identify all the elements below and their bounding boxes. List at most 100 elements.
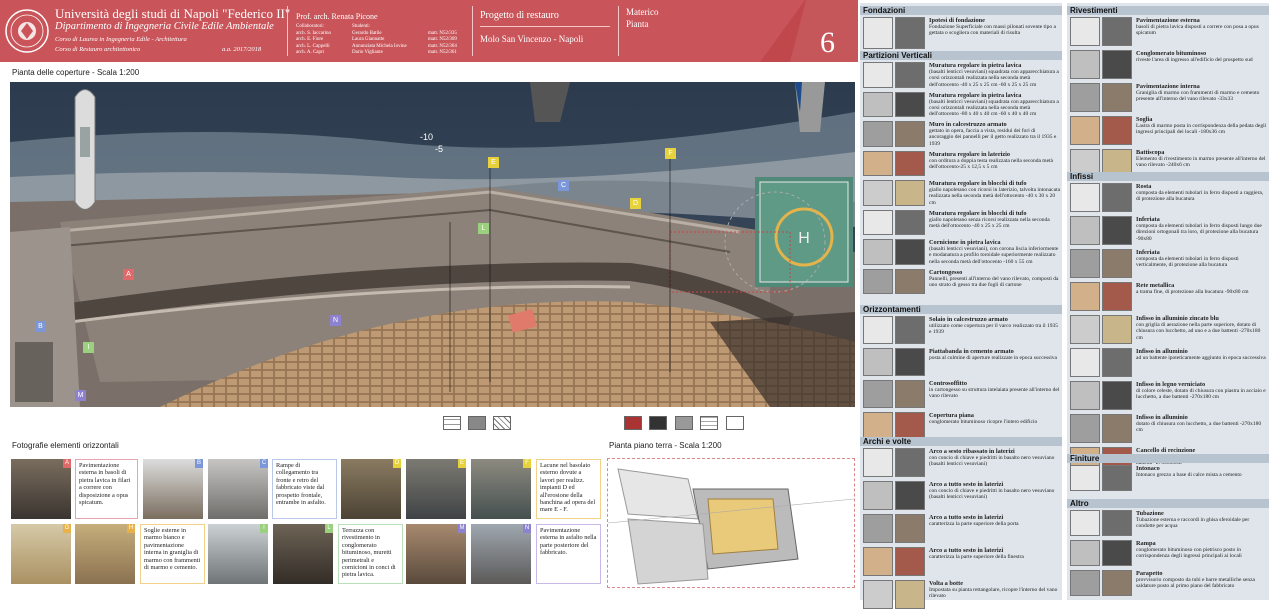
legend-item-desc: conglomerato bituminoso ricopre l'intero… [929, 419, 1038, 425]
legend-item-title: Muratura regolare in pietra lavica [929, 91, 1022, 99]
legend-item-desc: conglomerato bituminoso con pietrisco po… [1136, 547, 1242, 560]
area-label-A: A [123, 269, 134, 280]
legend-swatch [863, 239, 893, 265]
department-name: Dipartimento di Ingegneria Civile Edile … [55, 21, 274, 32]
sheet-number: 6 [820, 26, 835, 59]
legend-category-rivestimenti: Rivestimenti [1067, 6, 1269, 15]
legend-swatch [1070, 83, 1100, 112]
area-label-B: B [35, 321, 46, 332]
legend-swatch [1070, 510, 1100, 536]
legend-item-title: Solaio in calcestruzzo armato [929, 316, 1008, 323]
legend-item-title: Rete metallica [1136, 282, 1175, 289]
legend-category-fondazioni: Fondazioni [860, 6, 1062, 15]
legend-photo [1102, 465, 1132, 491]
legend-item-title: Infisso in alluminio zincato blu [1136, 315, 1219, 322]
legend-item: Pavimentazione interna Graniglia di marmo… [1070, 83, 1267, 114]
legend-item: Conglomerato bituminoso riveste l'area di… [1070, 50, 1267, 81]
legend-item-title: Muro in calcestruzzo armato [929, 121, 1007, 128]
photo-I: I [208, 524, 268, 584]
legend-swatch [863, 514, 893, 543]
legend-item-desc: caratterizza la parte superiore della po… [929, 521, 1019, 527]
legend-item-desc: (basalti lenticci vesuviani) squadrata c… [929, 98, 1059, 118]
legend-swatch [1070, 381, 1100, 410]
photo-caption-A: Pavimentazione esterna in basoli di piet… [75, 459, 138, 519]
legend-item: Ipotesi di fondazione Fondazione Superfic… [863, 17, 1060, 51]
legend-item-desc: basoli di pietra lavica disposti a corre… [1136, 24, 1259, 37]
legend-item: Rosta composta da elementi tubolari in fe… [1070, 183, 1267, 214]
student: Dario Vigliante [352, 50, 383, 55]
legend-item-desc: composta da elementi tubolari in ferro d… [1136, 190, 1264, 203]
legend-swatch [863, 268, 893, 294]
legend-swatch [624, 416, 642, 430]
legend-photo [1102, 414, 1132, 443]
photo-tag: H [127, 524, 135, 533]
legend-swatch [1070, 216, 1100, 245]
legend-swatch [863, 348, 893, 376]
legend-swatch [700, 416, 718, 430]
legend-swatch [863, 180, 893, 206]
legend-item: Cartongesso Pannelli, presenti all'intern… [863, 268, 1060, 297]
legend-photo [1102, 510, 1132, 536]
legend-item-desc: a trama fine, di protezione alla bucatur… [1136, 289, 1249, 295]
legend-item: Volta a botte Impostata su pianta rettang… [863, 580, 1060, 611]
legend-photo [1102, 282, 1132, 311]
legend-photo [895, 150, 925, 176]
legend-item-desc: Fondazione Superficiale con massi pilona… [929, 24, 1056, 37]
legend-item-desc: provvisorio composto da tubi e barre met… [1136, 577, 1255, 590]
legend-swatch [675, 416, 693, 430]
legend-item-desc: in cartongesso su struttura intelaiata p… [929, 387, 1060, 400]
academic-year: a.a. 2017/2018 [222, 46, 262, 53]
legend-item: Infisso in alluminio ad un battente ipote… [1070, 348, 1267, 379]
legend-swatch [1070, 282, 1100, 311]
legend-swatch [1070, 50, 1100, 79]
area-label-E: E [488, 157, 499, 168]
matriculation-block: matr. N52/335 matr. N52/309 matr. N52/30… [428, 31, 457, 57]
legend-swatch [1070, 183, 1100, 212]
legend-item: Infisso in legno verniciato di colore cel… [1070, 381, 1267, 412]
legend-item: Soglia Lastra di marmo posta in corrispon… [1070, 116, 1267, 147]
legend-item: Muratura regolare in pietra lavica (basal… [863, 62, 1060, 90]
legend-photo [895, 121, 925, 147]
legend-item-desc: Elemento di rivestimento in marmo presen… [1136, 156, 1266, 169]
legend-item-desc: posta al culmine di aperture realizzate … [929, 355, 1057, 361]
legend-column-1: Fondazioni Ipotesi di fondazione Fondazion… [860, 3, 1062, 609]
legend-item-title: Arco a tutto sesto in laterizi [929, 514, 1004, 521]
legend-item-desc: di colore celeste, dotato di chiusura co… [1136, 388, 1266, 401]
photo-tag: L [325, 524, 333, 533]
legend-swatch [863, 580, 893, 609]
legend-item-desc: Impostata su pianta rettangolare, ricopr… [929, 587, 1058, 600]
legend-swatch [1070, 414, 1100, 443]
legend-swatch [1070, 540, 1100, 566]
photo-caption-C: Rampe di collegamento tra fronte e retro… [272, 459, 337, 519]
ground-plan-drawing [607, 468, 855, 585]
header-corner [760, 0, 858, 62]
depth-label: -5 [435, 144, 443, 154]
legend-swatch [1070, 315, 1100, 344]
legend-photo [895, 412, 925, 440]
legend-item: Rete metallica a trama fine, di protezion… [1070, 282, 1267, 313]
photo-L: L [273, 524, 333, 584]
legend-swatch [1070, 249, 1100, 278]
legend-item-desc: Lastra di marmo posta in corrispondenza … [1136, 123, 1267, 136]
legend-item-desc: giallo napoletano senza ricorsi realizza… [929, 216, 1050, 229]
legend-item-title: Controsoffitto [929, 380, 968, 387]
legend-item-desc: con concio di chiave e piedritti in basa… [929, 488, 1055, 501]
legend-item-title: Copertura piana [929, 412, 974, 419]
course-subject: Corso di Restauro architettonico [55, 46, 141, 53]
legend-item-desc: utilizzato come copertura per il varco r… [929, 323, 1059, 336]
legend-category-partizioni: Partizioni Verticali [860, 51, 1062, 60]
legend-photo [895, 239, 925, 265]
photo-N: N [471, 524, 531, 584]
photo-tag: E [458, 459, 466, 468]
photos-title: Fotografie elementi orizzontali [12, 441, 119, 450]
legend-photo [895, 348, 925, 376]
legend-item-desc: dotato di chiusura con lucchetto, a due … [1136, 421, 1262, 434]
legend-swatch [1070, 17, 1100, 46]
legend-photo [1102, 249, 1132, 278]
photo-B: B [143, 459, 203, 519]
legend-photo [895, 180, 925, 206]
legend-item-desc: composta da elementi tubolari in ferro d… [1136, 223, 1262, 242]
legend-swatch [863, 209, 893, 235]
legend-item: Intonaco Intonaco grezzo a base di calce … [1070, 465, 1267, 493]
legend-photo [1102, 315, 1132, 344]
